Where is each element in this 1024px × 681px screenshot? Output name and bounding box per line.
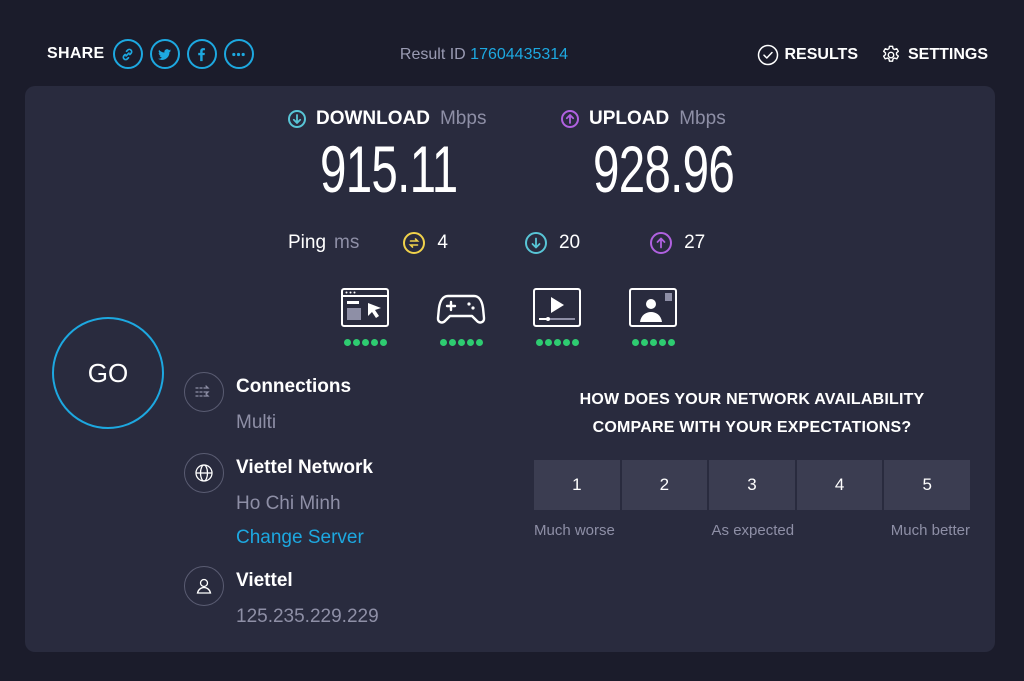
download-label: DOWNLOAD <box>316 108 430 129</box>
results-label: RESULTS <box>784 46 858 63</box>
rating-dot <box>439 339 447 346</box>
globe-icon <box>184 453 224 493</box>
download-unit: Mbps <box>439 108 487 129</box>
rating-dot <box>535 339 543 346</box>
rating-label-mid: As expected <box>711 522 795 539</box>
network-survey: HOW DOES YOUR NETWORK AVAILABILITY COMPA… <box>534 386 970 539</box>
rating-option-3[interactable]: 3 <box>709 460 795 510</box>
ping-row: Ping ms 4 20 27 <box>288 232 705 254</box>
upload-value: 928.96 <box>593 132 735 206</box>
upload-label: UPLOAD <box>589 108 670 129</box>
web-browsing-rating[interactable] <box>340 286 390 346</box>
settings-label: SETTINGS <box>907 46 988 63</box>
rating-scale: 1 2 3 4 5 <box>534 460 970 510</box>
rating-label-high: Much better <box>890 522 970 539</box>
ping-download-value: 20 <box>558 232 581 253</box>
idle-latency-icon <box>403 232 426 254</box>
rating-dot <box>343 339 351 346</box>
rating-dot <box>631 339 639 346</box>
web-browsing-icon <box>341 288 389 327</box>
rating-dot <box>379 339 387 346</box>
rating-option-5[interactable]: 5 <box>884 460 970 510</box>
rating-label-low: Much worse <box>534 522 615 539</box>
download-arrow-icon <box>288 110 306 128</box>
upload-metric: UPLOAD Mbps 928.96 <box>561 108 789 204</box>
ping-download: 20 <box>524 232 581 254</box>
upload-unit: Mbps <box>679 108 726 129</box>
download-value: 915.11 <box>320 132 458 206</box>
video-streaming-rating[interactable] <box>532 286 582 346</box>
ping-label: Ping <box>288 232 327 253</box>
top-bar: SHARE Result ID 17604435314 RESULTS SETT… <box>0 0 1024 86</box>
go-button[interactable]: GO <box>52 317 164 429</box>
rating-dot <box>457 339 465 346</box>
user-icon <box>184 566 224 606</box>
upload-latency-icon <box>650 232 673 254</box>
ping-upload: 27 <box>650 232 705 254</box>
connections-info: Connections Multi <box>184 372 351 434</box>
survey-question: HOW DOES YOUR NETWORK AVAILABILITY COMPA… <box>534 386 970 442</box>
result-id-label: Result ID <box>399 46 466 63</box>
connections-icon <box>184 372 224 412</box>
video-call-icon <box>629 288 677 327</box>
check-circle-icon <box>757 44 778 66</box>
connections-value: Multi <box>236 412 277 433</box>
server-location: Ho Chi Minh <box>236 493 341 514</box>
rating-dot <box>475 339 483 346</box>
rating-dot <box>640 339 648 346</box>
rating-option-4[interactable]: 4 <box>796 460 883 510</box>
rating-option-2[interactable]: 2 <box>621 460 708 510</box>
gaming-icon <box>436 294 486 324</box>
rating-scale-labels: Much worse As expected Much better <box>534 522 970 539</box>
ping-idle: 4 <box>403 232 448 254</box>
provider-ip: 125.235.229.229 <box>236 606 379 627</box>
upload-arrow-icon <box>561 110 579 128</box>
survey-question-line2: COMPARE WITH YOUR EXPECTATIONS? <box>592 419 912 436</box>
gear-icon <box>882 45 900 62</box>
ping-upload-value: 27 <box>684 232 706 253</box>
rating-dot <box>649 339 657 346</box>
rating-dot <box>562 339 570 346</box>
rating-dot <box>352 339 360 346</box>
ping-idle-value: 4 <box>437 232 448 253</box>
rating-dot <box>370 339 378 346</box>
video-streaming-icon <box>533 288 581 327</box>
top-nav: RESULTS SETTINGS <box>757 44 988 66</box>
settings-button[interactable]: SETTINGS <box>880 44 988 66</box>
rating-option-1[interactable]: 1 <box>534 460 620 510</box>
server-title: Viettel Network <box>236 457 373 478</box>
provider-info: Viettel 125.235.229.229 <box>184 566 379 628</box>
video-call-rating[interactable] <box>628 286 678 346</box>
video-streaming-dots <box>535 339 579 346</box>
rating-dot <box>361 339 369 346</box>
video-call-dots <box>631 339 675 346</box>
rating-dot <box>667 339 675 346</box>
app-quality-row <box>340 286 678 346</box>
rating-dot <box>571 339 579 346</box>
gaming-rating[interactable] <box>436 286 486 346</box>
rating-dot <box>466 339 474 346</box>
results-button[interactable]: RESULTS <box>757 44 858 66</box>
gaming-dots <box>439 339 483 346</box>
download-header: DOWNLOAD Mbps <box>288 108 486 130</box>
change-server-link[interactable]: Change Server <box>236 527 373 549</box>
download-latency-icon <box>524 232 547 254</box>
server-info: Viettel Network Ho Chi Minh Change Serve… <box>184 453 373 549</box>
provider-title: Viettel <box>236 570 293 591</box>
rating-dot <box>544 339 552 346</box>
rating-dot <box>448 339 456 346</box>
rating-dot <box>553 339 561 346</box>
upload-header: UPLOAD Mbps <box>561 108 726 130</box>
web-browsing-dots <box>343 339 387 346</box>
survey-question-line1: HOW DOES YOUR NETWORK AVAILABILITY <box>579 391 925 408</box>
download-metric: DOWNLOAD Mbps 915.11 <box>288 108 511 204</box>
result-id-link[interactable]: 17604435314 <box>470 46 568 63</box>
connections-title: Connections <box>236 376 352 397</box>
rating-dot <box>658 339 666 346</box>
ping-unit: ms <box>334 232 360 253</box>
